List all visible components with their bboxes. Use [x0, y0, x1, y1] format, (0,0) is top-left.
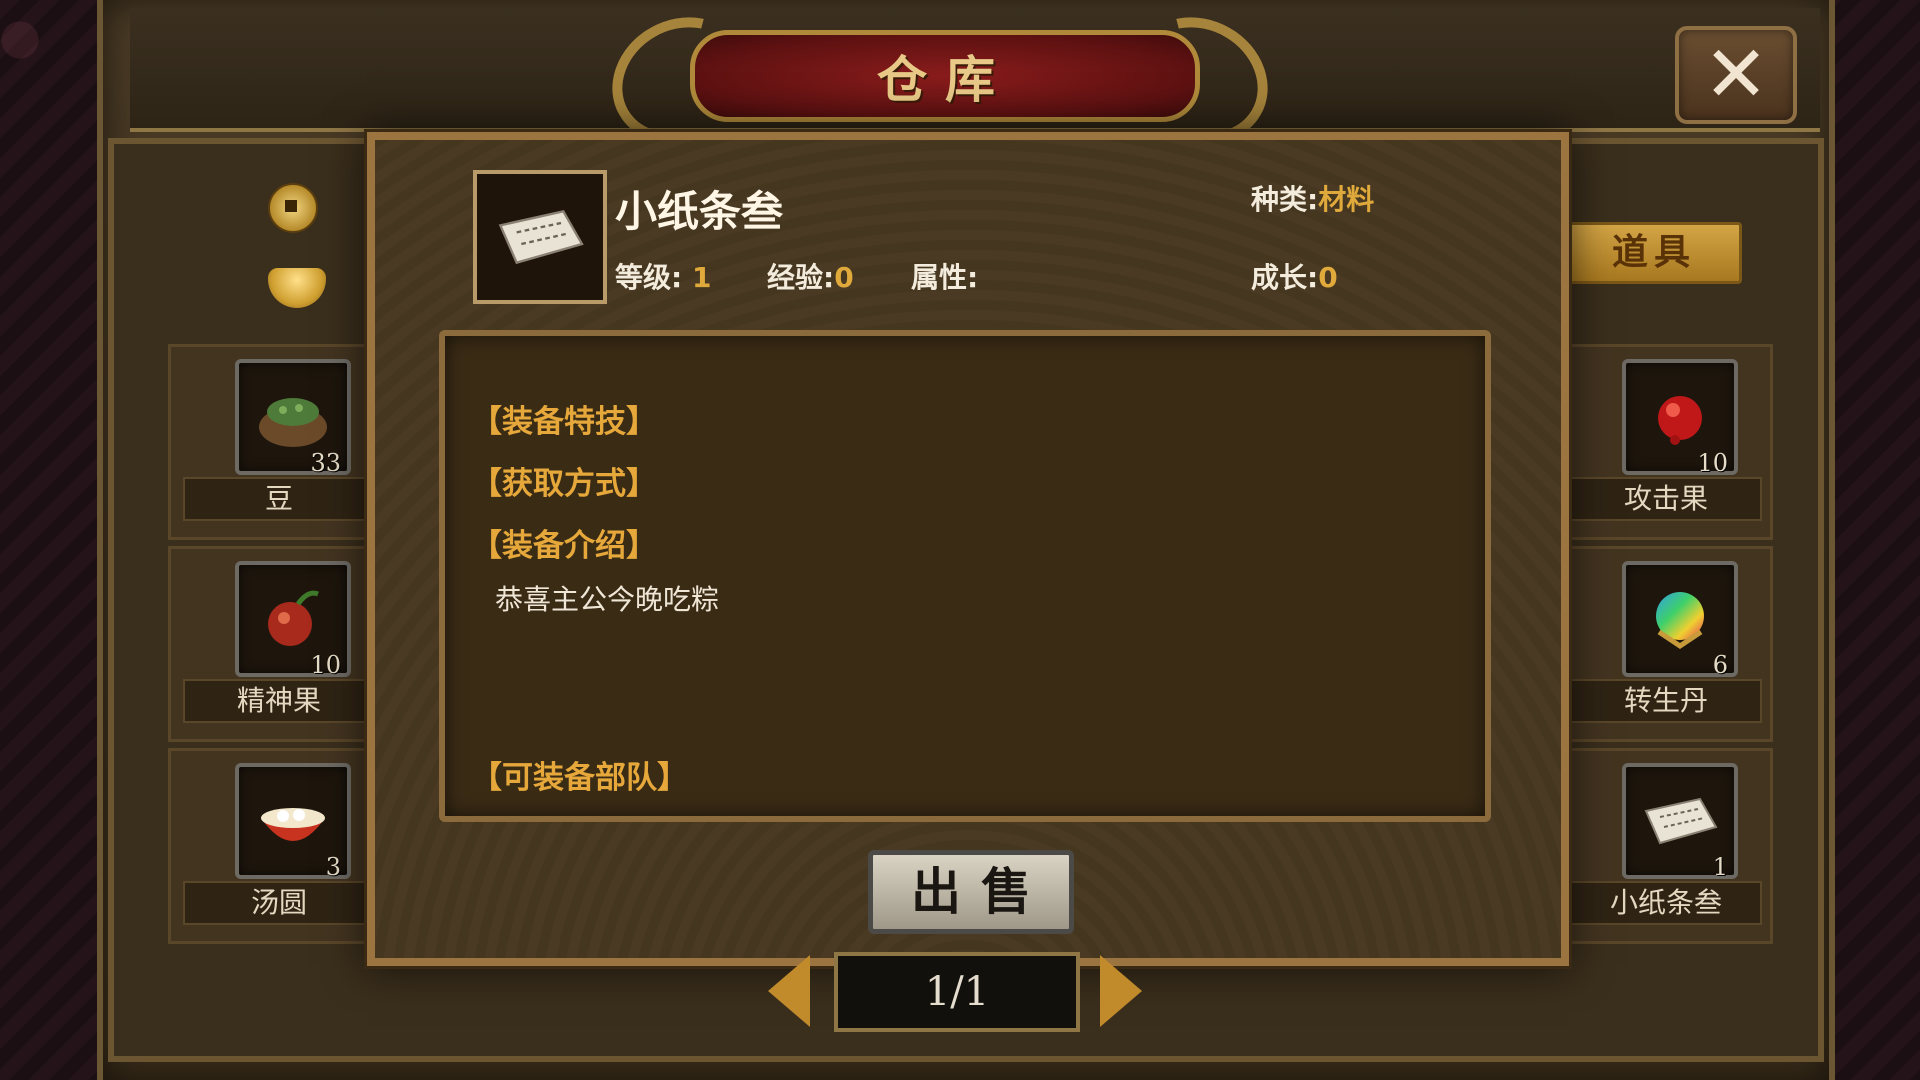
spirit-fruit-icon: 10: [235, 561, 351, 679]
window-title: 仓库: [877, 51, 1013, 109]
paper-note-icon: 1: [1622, 763, 1738, 881]
inventory-slot-paper-note[interactable]: 1 小纸条叁: [1555, 748, 1773, 944]
paper-note-icon: [498, 210, 584, 265]
inventory-slot-attack-fruit[interactable]: 10 攻击果: [1555, 344, 1773, 540]
item-growth: 成长:0: [1251, 256, 1338, 296]
page-indicator: 1/1: [834, 952, 1080, 1032]
tangyuan-bowl-icon: 3: [235, 763, 351, 881]
inventory-slot-tangyuan[interactable]: 3 汤圆: [168, 748, 386, 944]
prev-page-arrow-icon[interactable]: [768, 955, 810, 1027]
item-type: 种类:材料: [1251, 178, 1374, 218]
copper-coin-icon: [268, 183, 318, 233]
item-count: 10: [310, 651, 341, 679]
item-attribute: 属性:: [911, 256, 978, 296]
sell-button[interactable]: 出售: [868, 850, 1074, 934]
intro-text: 恭喜主公今晚吃粽: [495, 583, 720, 616]
item-label: 精神果: [183, 679, 375, 723]
close-button[interactable]: ✕: [1675, 26, 1797, 124]
heading-troops: 【可装备部队】: [471, 760, 688, 796]
growth-label: 成长:: [1251, 261, 1319, 294]
heading-obtain: 【获取方式】: [471, 466, 657, 502]
item-label: 豆: [183, 477, 375, 521]
title-plate: 仓库: [690, 30, 1200, 122]
item-detail-popup: 小纸条叁 种类:材料 等级: 1 经验:0 属性: 成长:0 【装备特技】 【获…: [367, 132, 1569, 966]
item-count: 3: [325, 853, 341, 881]
category-tab-items[interactable]: 道具: [1566, 222, 1742, 284]
heading-skill: 【装备特技】: [471, 404, 657, 440]
type-value: 材料: [1318, 183, 1375, 216]
exp-value: 0: [834, 261, 854, 294]
inventory-slot-spirit-fruit[interactable]: 10 精神果: [168, 546, 386, 742]
attack-fruit-icon: 10: [1622, 359, 1738, 477]
item-label: 汤圆: [183, 881, 375, 925]
type-label: 种类:: [1251, 183, 1319, 216]
bean-sack-icon: 33: [235, 359, 351, 477]
item-count: 6: [1712, 651, 1728, 679]
exp-label: 经验:: [767, 261, 835, 294]
item-count: 1: [1712, 853, 1728, 881]
item-thumbnail: [473, 170, 607, 304]
title-banner: 仓库: [589, 0, 1291, 167]
item-description-box: 【装备特技】 【获取方式】 【装备介绍】 恭喜主公今晚吃粽 【可装备部队】: [439, 330, 1491, 822]
heading-intro: 【装备介绍】: [471, 528, 657, 564]
close-icon: ✕: [1703, 30, 1769, 120]
inventory-slot-rebirth-pill[interactable]: 6 转生丹: [1555, 546, 1773, 742]
level-value: 1: [691, 261, 712, 294]
item-name: 小纸条叁: [615, 187, 784, 236]
growth-value: 0: [1318, 261, 1338, 294]
item-exp: 经验:0: [767, 256, 854, 296]
item-count: 10: [1697, 449, 1728, 477]
item-label: 转生丹: [1570, 679, 1762, 723]
inventory-slot-bean[interactable]: 33 豆: [168, 344, 386, 540]
item-label: 小纸条叁: [1570, 881, 1762, 925]
item-label: 攻击果: [1570, 477, 1762, 521]
level-label: 等级:: [615, 261, 683, 294]
item-count: 33: [310, 449, 341, 477]
attr-label: 属性:: [911, 261, 979, 294]
item-level: 等级: 1: [615, 256, 711, 296]
rebirth-pill-icon: 6: [1622, 561, 1738, 679]
next-page-arrow-icon[interactable]: [1100, 955, 1142, 1027]
